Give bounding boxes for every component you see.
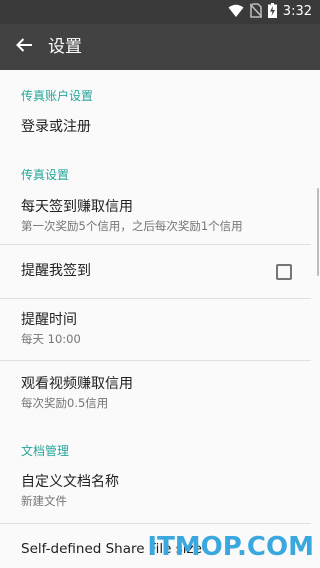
status-time: 3:32 xyxy=(282,4,312,19)
battery-charging-icon xyxy=(267,2,277,22)
remind-signin-checkbox[interactable] xyxy=(276,264,292,280)
wifi-icon xyxy=(228,3,244,22)
pref-video-credit-title: 观看视频赚取信用 xyxy=(21,376,133,392)
no-sim-icon xyxy=(249,2,263,22)
scrollbar[interactable] xyxy=(317,188,319,276)
pref-remind-time-summary: 每天 10:00 xyxy=(21,332,81,346)
back-button[interactable] xyxy=(0,24,48,70)
pref-remind-signin-title: 提醒我签到 xyxy=(21,263,91,279)
watermark: ITMOP.COM xyxy=(147,532,314,562)
arrow-left-icon xyxy=(15,37,33,57)
pref-custom-name-title: 自定义文档名称 xyxy=(21,474,119,490)
status-icons: 3:32 xyxy=(228,2,312,22)
pref-daily-signin[interactable]: 每天签到赚取信用 第一次奖励5个信用，之后每次奖励1个信用 xyxy=(0,188,311,244)
pref-remind-signin[interactable]: 提醒我签到 xyxy=(0,245,311,298)
pref-remind-time[interactable]: 提醒时间 每天 10:00 xyxy=(0,299,311,360)
pref-login-title: 登录或注册 xyxy=(21,119,91,135)
watermark-text: ITMOP.COM xyxy=(147,532,314,562)
pref-video-credit-summary: 每次奖励0.5信用 xyxy=(21,396,109,410)
pref-video-credit[interactable]: 观看视频赚取信用 每次奖励0.5信用 xyxy=(0,361,311,421)
status-bar: 3:32 xyxy=(0,0,320,24)
pref-daily-signin-title: 每天签到赚取信用 xyxy=(21,199,133,215)
pref-custom-name[interactable]: 自定义文档名称 新建文件 xyxy=(0,463,311,523)
app-bar: 设置 xyxy=(0,24,320,70)
pref-remind-time-title: 提醒时间 xyxy=(21,312,77,328)
category-fax: 传真设置 xyxy=(21,168,70,182)
pref-daily-signin-summary: 第一次奖励5个信用，之后每次奖励1个信用 xyxy=(21,219,243,233)
page-title: 设置 xyxy=(48,37,82,57)
category-docs: 文档管理 xyxy=(21,444,70,458)
category-account: 传真账户设置 xyxy=(21,89,94,103)
pref-login[interactable]: 登录或注册 xyxy=(0,108,311,156)
settings-list[interactable]: 传真账户设置 登录或注册 传真设置 每天签到赚取信用 第一次奖励5个信用，之后每… xyxy=(0,70,320,568)
pref-custom-name-summary: 新建文件 xyxy=(21,494,67,508)
